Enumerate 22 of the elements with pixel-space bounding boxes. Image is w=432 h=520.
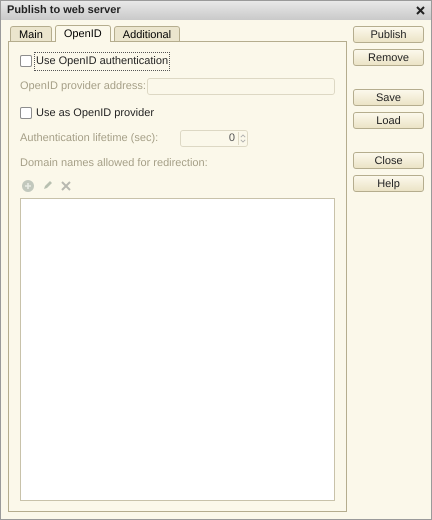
checkbox-label: Use as OpenID provider <box>35 106 155 120</box>
add-icon[interactable] <box>22 180 34 192</box>
checkbox-label: Use OpenID authentication <box>34 52 170 70</box>
field-label: OpenID provider address: <box>20 78 147 94</box>
dialog-button[interactable]: Close <box>353 152 424 169</box>
field-label: Authentication lifetime (sec): <box>20 131 160 146</box>
delete-icon[interactable] <box>61 180 71 190</box>
close-icon[interactable] <box>416 6 425 15</box>
checkbox[interactable] <box>20 106 32 119</box>
checkbox[interactable] <box>20 55 32 68</box>
dialog-button[interactable]: Help <box>353 175 424 192</box>
domain-list[interactable] <box>20 198 335 501</box>
tab[interactable]: Additional <box>114 26 180 41</box>
tab[interactable]: Main <box>10 26 52 41</box>
window-title: Publish to web server <box>7 3 121 18</box>
dialog-button[interactable]: Load <box>353 112 424 129</box>
domains-label: Domain names allowed for redirection: <box>20 156 209 171</box>
pencil-icon[interactable] <box>42 180 53 191</box>
dialog-button[interactable]: Publish <box>353 26 424 43</box>
dialog-button[interactable]: Remove <box>353 49 424 66</box>
dialog-button[interactable]: Save <box>353 89 424 106</box>
tab[interactable]: OpenID <box>54 25 111 42</box>
